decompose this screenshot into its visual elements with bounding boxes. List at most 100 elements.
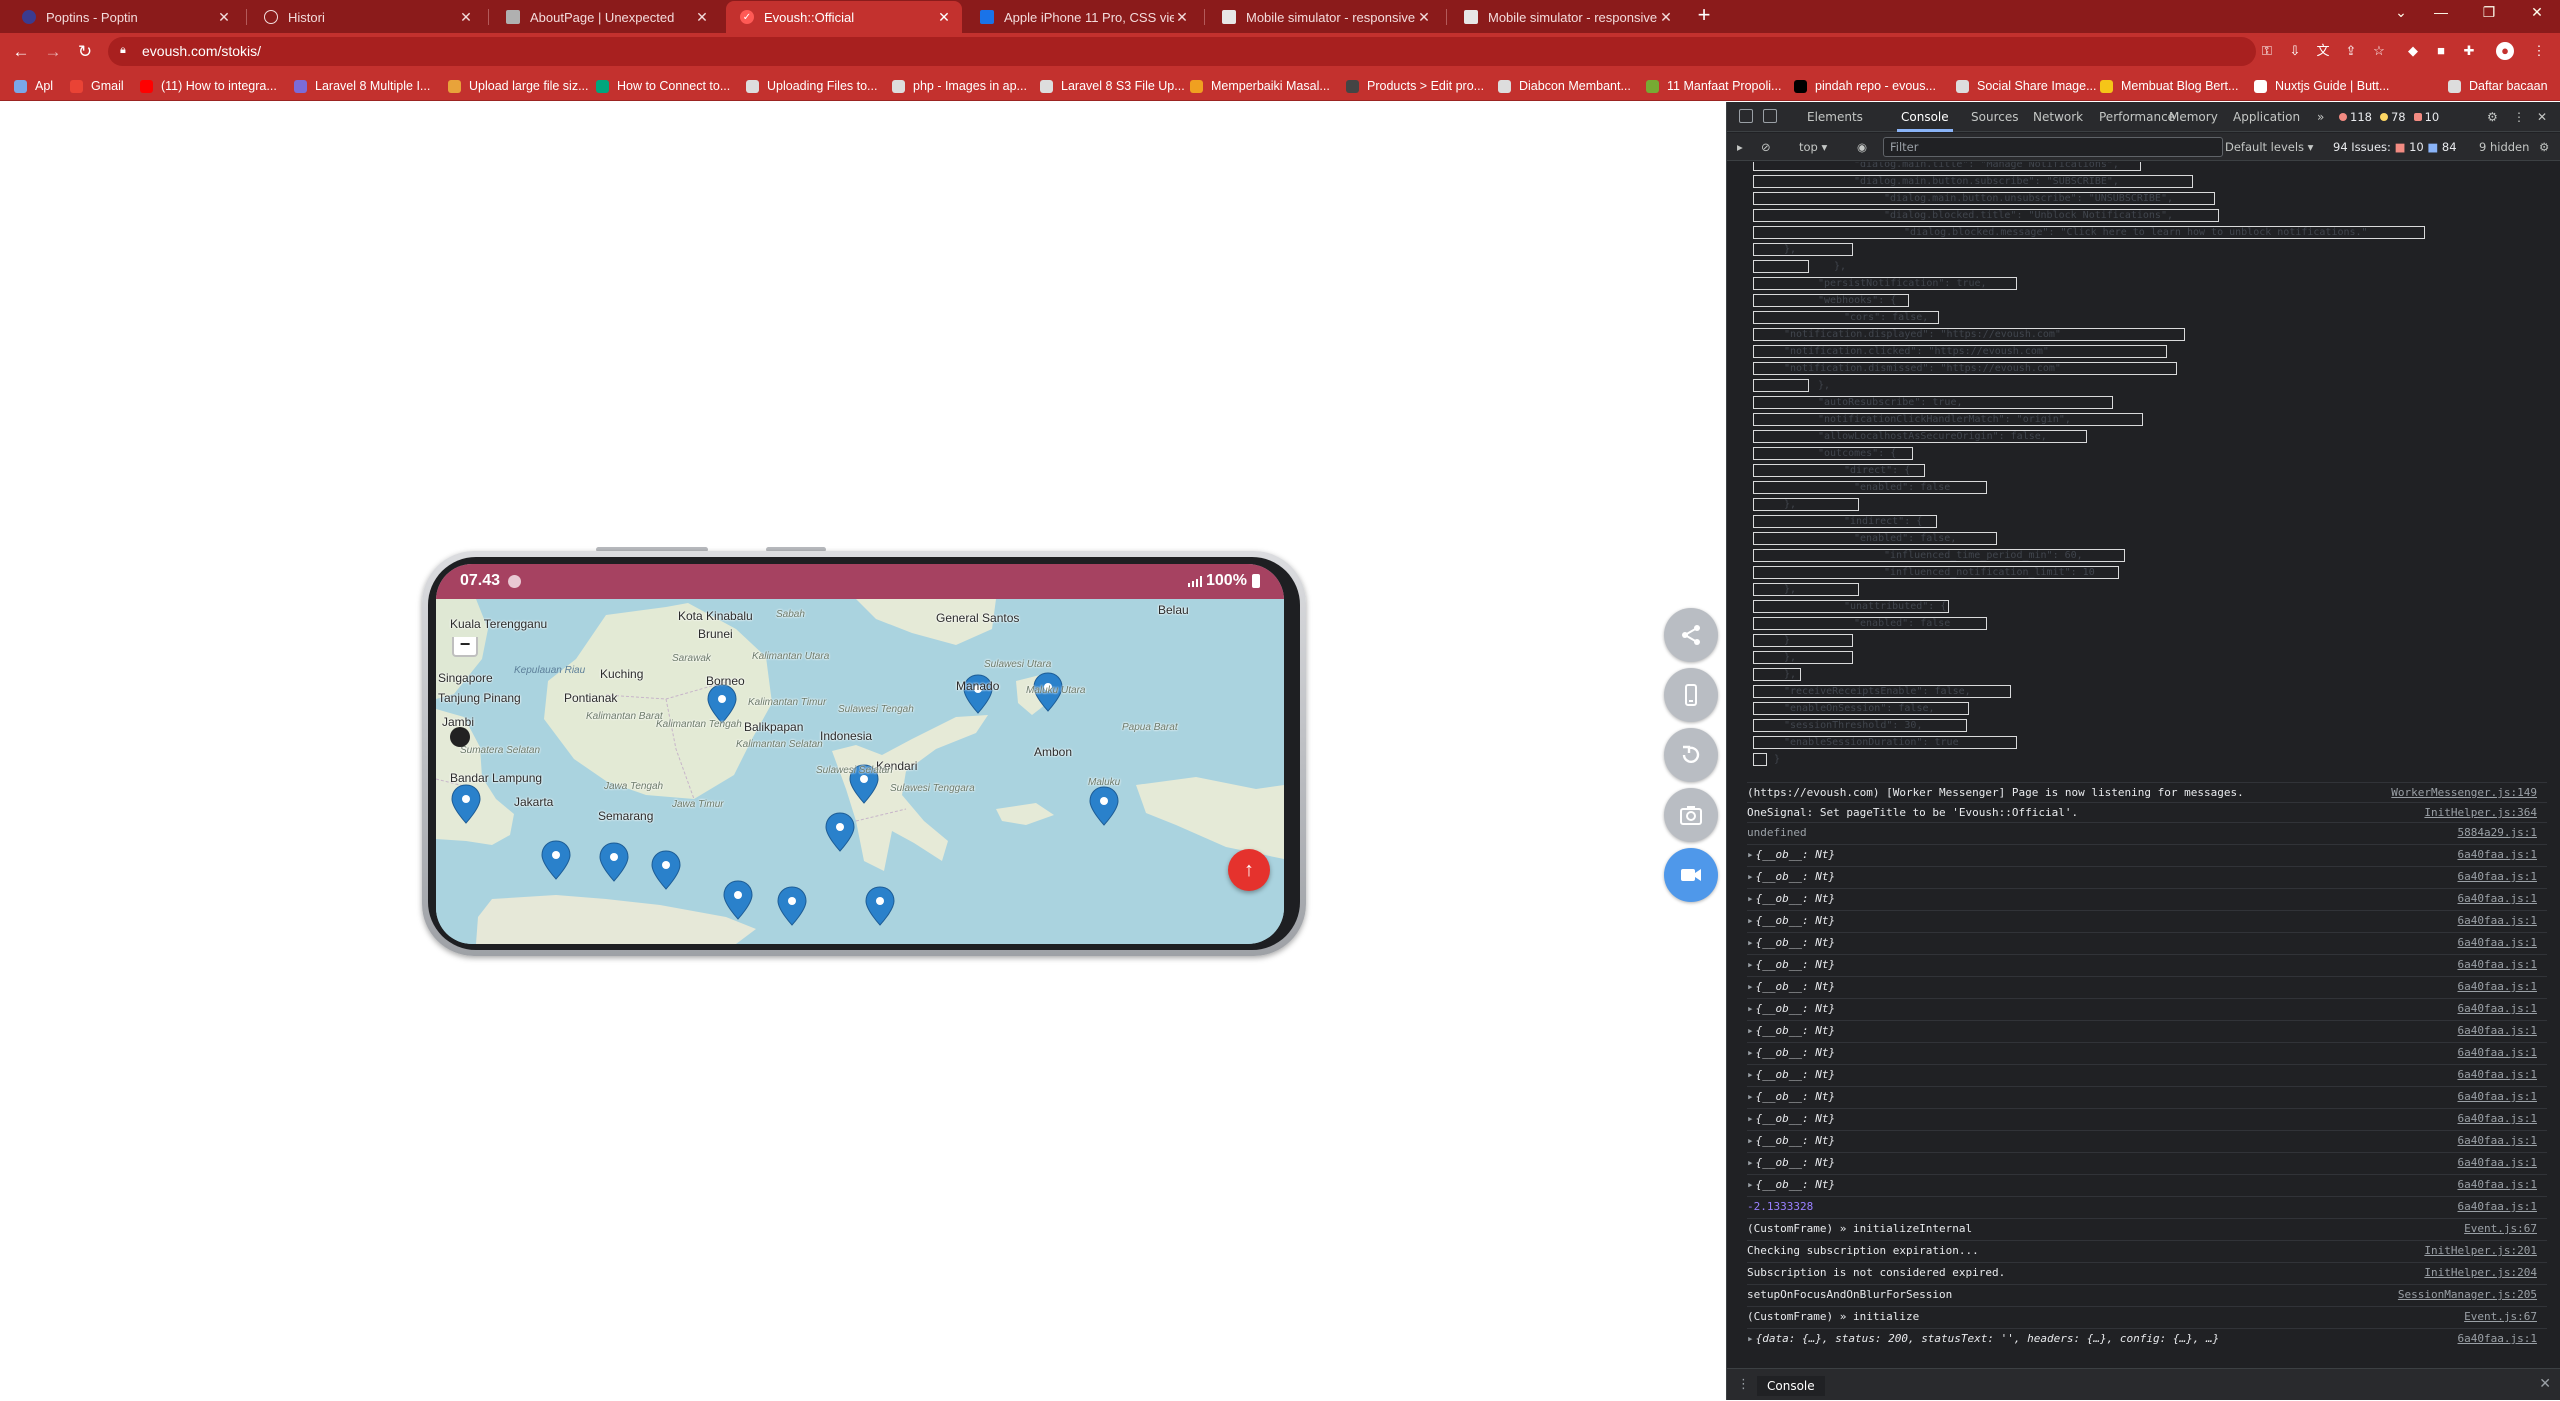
- tab-evoush-official[interactable]: ✓ Evoush::Official ✕: [726, 1, 962, 33]
- console-source-link[interactable]: 6a40faa.js:1: [2458, 1134, 2537, 1147]
- console-message[interactable]: -2.1333328 6a40faa.js:1: [1747, 1196, 2547, 1216]
- console-message[interactable]: undefined 5884a29.js:1: [1747, 822, 2547, 842]
- console-message[interactable]: ▸ {__ob__: Nt} 6a40faa.js:1: [1747, 1174, 2547, 1194]
- console-message[interactable]: Subscription is not considered expired. I…: [1747, 1262, 2547, 1282]
- address-bar[interactable]: 🔒︎ evoush.com/stokis/ ⚿ ⇩ 文 ⇪ ☆: [108, 37, 2385, 66]
- screenshot-button[interactable]: [1664, 788, 1718, 842]
- error-badges[interactable]: 118 78 10: [2339, 108, 2439, 126]
- console-source-link[interactable]: 6a40faa.js:1: [2458, 1068, 2537, 1081]
- console-object-line[interactable]: "enabled": false: [1753, 617, 1987, 630]
- context-select[interactable]: top ▾: [1799, 140, 1827, 154]
- console-source-link[interactable]: 6a40faa.js:1: [2458, 848, 2537, 861]
- console-source-link[interactable]: InitHelper.js:201: [2424, 1244, 2537, 1257]
- tab-aboutpage[interactable]: AboutPage | Unexpected ✕: [492, 1, 720, 33]
- close-icon[interactable]: ✕: [1658, 9, 1674, 26]
- bookmark-item[interactable]: Upload large file siz...: [448, 76, 589, 96]
- tab-performance[interactable]: Performance: [2099, 110, 2175, 124]
- console-message[interactable]: ▸ {__ob__: Nt} 6a40faa.js:1: [1747, 1108, 2547, 1128]
- console-object-line[interactable]: },: [1753, 668, 1801, 681]
- console-source-link[interactable]: 6a40faa.js:1: [2458, 1156, 2537, 1169]
- console-object-line[interactable]: "unattributed": {: [1753, 600, 1949, 613]
- console-source-link[interactable]: 6a40faa.js:1: [2458, 914, 2537, 927]
- console-object-line[interactable]: "direct": {: [1753, 464, 1925, 477]
- console-source-link[interactable]: 6a40faa.js:1: [2458, 1112, 2537, 1125]
- console-object-line[interactable]: "indirect": {: [1753, 515, 1937, 528]
- expand-icon[interactable]: ▸: [1747, 1112, 1754, 1125]
- close-devtools-icon[interactable]: ✕: [2537, 110, 2547, 124]
- console-source-link[interactable]: 5884a29.js:1: [2458, 826, 2537, 839]
- console-source-link[interactable]: 6a40faa.js:1: [2458, 1046, 2537, 1059]
- console-settings-icon[interactable]: ⚙: [2539, 140, 2549, 154]
- console-source-link[interactable]: WorkerMessenger.js:149: [2391, 786, 2537, 799]
- console-source-link[interactable]: Event.js:67: [2464, 1222, 2537, 1235]
- bookmark-item[interactable]: Laravel 8 Multiple I...: [294, 76, 430, 96]
- tab-network[interactable]: Network: [2033, 110, 2083, 124]
- console-message[interactable]: ▸ {__ob__: Nt} 6a40faa.js:1: [1747, 910, 2547, 930]
- console-object-line[interactable]: },: [1753, 243, 1853, 256]
- bookmark-item[interactable]: Products > Edit pro...: [1346, 76, 1484, 96]
- star-icon[interactable]: ☆: [2370, 42, 2388, 60]
- scroll-top-button[interactable]: ↑: [1228, 849, 1270, 891]
- console-message[interactable]: ▸ {__ob__: Nt} 6a40faa.js:1: [1747, 932, 2547, 952]
- expand-icon[interactable]: ▸: [1747, 1024, 1754, 1037]
- console-object-line[interactable]: "influenced_time_period_min": 60,: [1753, 549, 2125, 562]
- lock-icon[interactable]: 🔒︎: [120, 44, 126, 57]
- expand-icon[interactable]: ▸: [1747, 980, 1754, 993]
- key-icon[interactable]: ⚿: [2258, 42, 2276, 60]
- console-message[interactable]: ▸ {__ob__: Nt} 6a40faa.js:1: [1747, 976, 2547, 996]
- console-object-line[interactable]: "notification.dismissed": "https://evous…: [1753, 362, 2177, 375]
- install-icon[interactable]: ⇩: [2286, 42, 2304, 60]
- expand-icon[interactable]: ▸: [1747, 1134, 1754, 1147]
- share-icon[interactable]: ⇪: [2342, 42, 2360, 60]
- close-icon[interactable]: ✕: [1174, 9, 1190, 26]
- console-object-line[interactable]: "webhooks": {: [1753, 294, 1909, 307]
- console-message[interactable]: (CustomFrame) » initialize Event.js:67: [1747, 1306, 2547, 1326]
- share-button[interactable]: [1664, 608, 1718, 662]
- console-object-line[interactable]: "influenced_notification_limit": 10: [1753, 566, 2119, 579]
- expand-icon[interactable]: ▸: [1747, 1156, 1754, 1169]
- expand-icon[interactable]: ▸: [1747, 1068, 1754, 1081]
- expand-icon[interactable]: ▸: [1747, 958, 1754, 971]
- bookmark-item[interactable]: Apl: [14, 76, 53, 96]
- console-source-link[interactable]: Event.js:67: [2464, 1310, 2537, 1323]
- rotate-button[interactable]: [1664, 728, 1718, 782]
- console-object-line[interactable]: },: [1753, 260, 1846, 273]
- console-message[interactable]: (https://evoush.com) [Worker Messenger] …: [1747, 782, 2547, 802]
- tab-iphone-viewport[interactable]: Apple iPhone 11 Pro, CSS viewpo ✕: [966, 1, 1200, 33]
- console-message[interactable]: ▸ {__ob__: Nt} 6a40faa.js:1: [1747, 954, 2547, 974]
- bookmark-item[interactable]: Laravel 8 S3 File Up...: [1040, 76, 1185, 96]
- console-object-line[interactable]: }: [1753, 634, 1853, 647]
- filter-input[interactable]: Filter: [1883, 137, 2223, 157]
- extension-icon[interactable]: ■: [2432, 42, 2450, 60]
- bookmark-item[interactable]: Uploading Files to...: [746, 76, 877, 96]
- tab-console[interactable]: Console: [1901, 110, 1949, 124]
- console-object-line[interactable]: "enabled": false: [1753, 481, 1987, 494]
- device-button[interactable]: [1664, 668, 1718, 722]
- console-object-line[interactable]: "cors": false,: [1753, 311, 1939, 324]
- map-location-dot[interactable]: [450, 727, 470, 747]
- console-message[interactable]: setupOnFocusAndOnBlurForSession SessionMa…: [1747, 1284, 2547, 1304]
- console-message[interactable]: ▸ {data: {…}, status: 200, statusText: ''…: [1747, 1328, 2547, 1348]
- console-source-link[interactable]: 6a40faa.js:1: [2458, 1178, 2537, 1191]
- extension-icon[interactable]: ◆: [2404, 42, 2422, 60]
- console-message[interactable]: ▸ {__ob__: Nt} 6a40faa.js:1: [1747, 998, 2547, 1018]
- record-button[interactable]: [1664, 848, 1718, 902]
- tab-mobile-simulator-1[interactable]: Mobile simulator - responsive te ✕: [1208, 1, 1442, 33]
- console-message[interactable]: ▸ {__ob__: Nt} 6a40faa.js:1: [1747, 1086, 2547, 1106]
- console-object-line[interactable]: "notificationClickHandlerMatch": "origin…: [1753, 413, 2143, 426]
- console-object-line[interactable]: "sessionThreshold": 30,: [1753, 719, 1967, 732]
- close-icon[interactable]: ✕: [936, 9, 952, 26]
- sidebar-toggle-icon[interactable]: ▸: [1737, 140, 1743, 154]
- close-icon[interactable]: ✕: [458, 9, 474, 26]
- puzzle-icon[interactable]: ✚: [2460, 42, 2478, 60]
- bookmark-item[interactable]: Daftar bacaan: [2448, 76, 2548, 96]
- minimize-button[interactable]: —: [2426, 4, 2456, 20]
- console-message[interactable]: ▸ {__ob__: Nt} 6a40faa.js:1: [1747, 1042, 2547, 1062]
- console-message[interactable]: ▸ {__ob__: Nt} 6a40faa.js:1: [1747, 844, 2547, 864]
- bookmark-item[interactable]: Diabcon Membant...: [1498, 76, 1631, 96]
- restore-button[interactable]: ❐: [2474, 4, 2504, 21]
- console-message[interactable]: ▸ {__ob__: Nt} 6a40faa.js:1: [1747, 1152, 2547, 1172]
- expand-icon[interactable]: ▸: [1747, 1332, 1754, 1345]
- console-source-link[interactable]: 6a40faa.js:1: [2458, 870, 2537, 883]
- console-object-line[interactable]: }: [1753, 753, 1780, 766]
